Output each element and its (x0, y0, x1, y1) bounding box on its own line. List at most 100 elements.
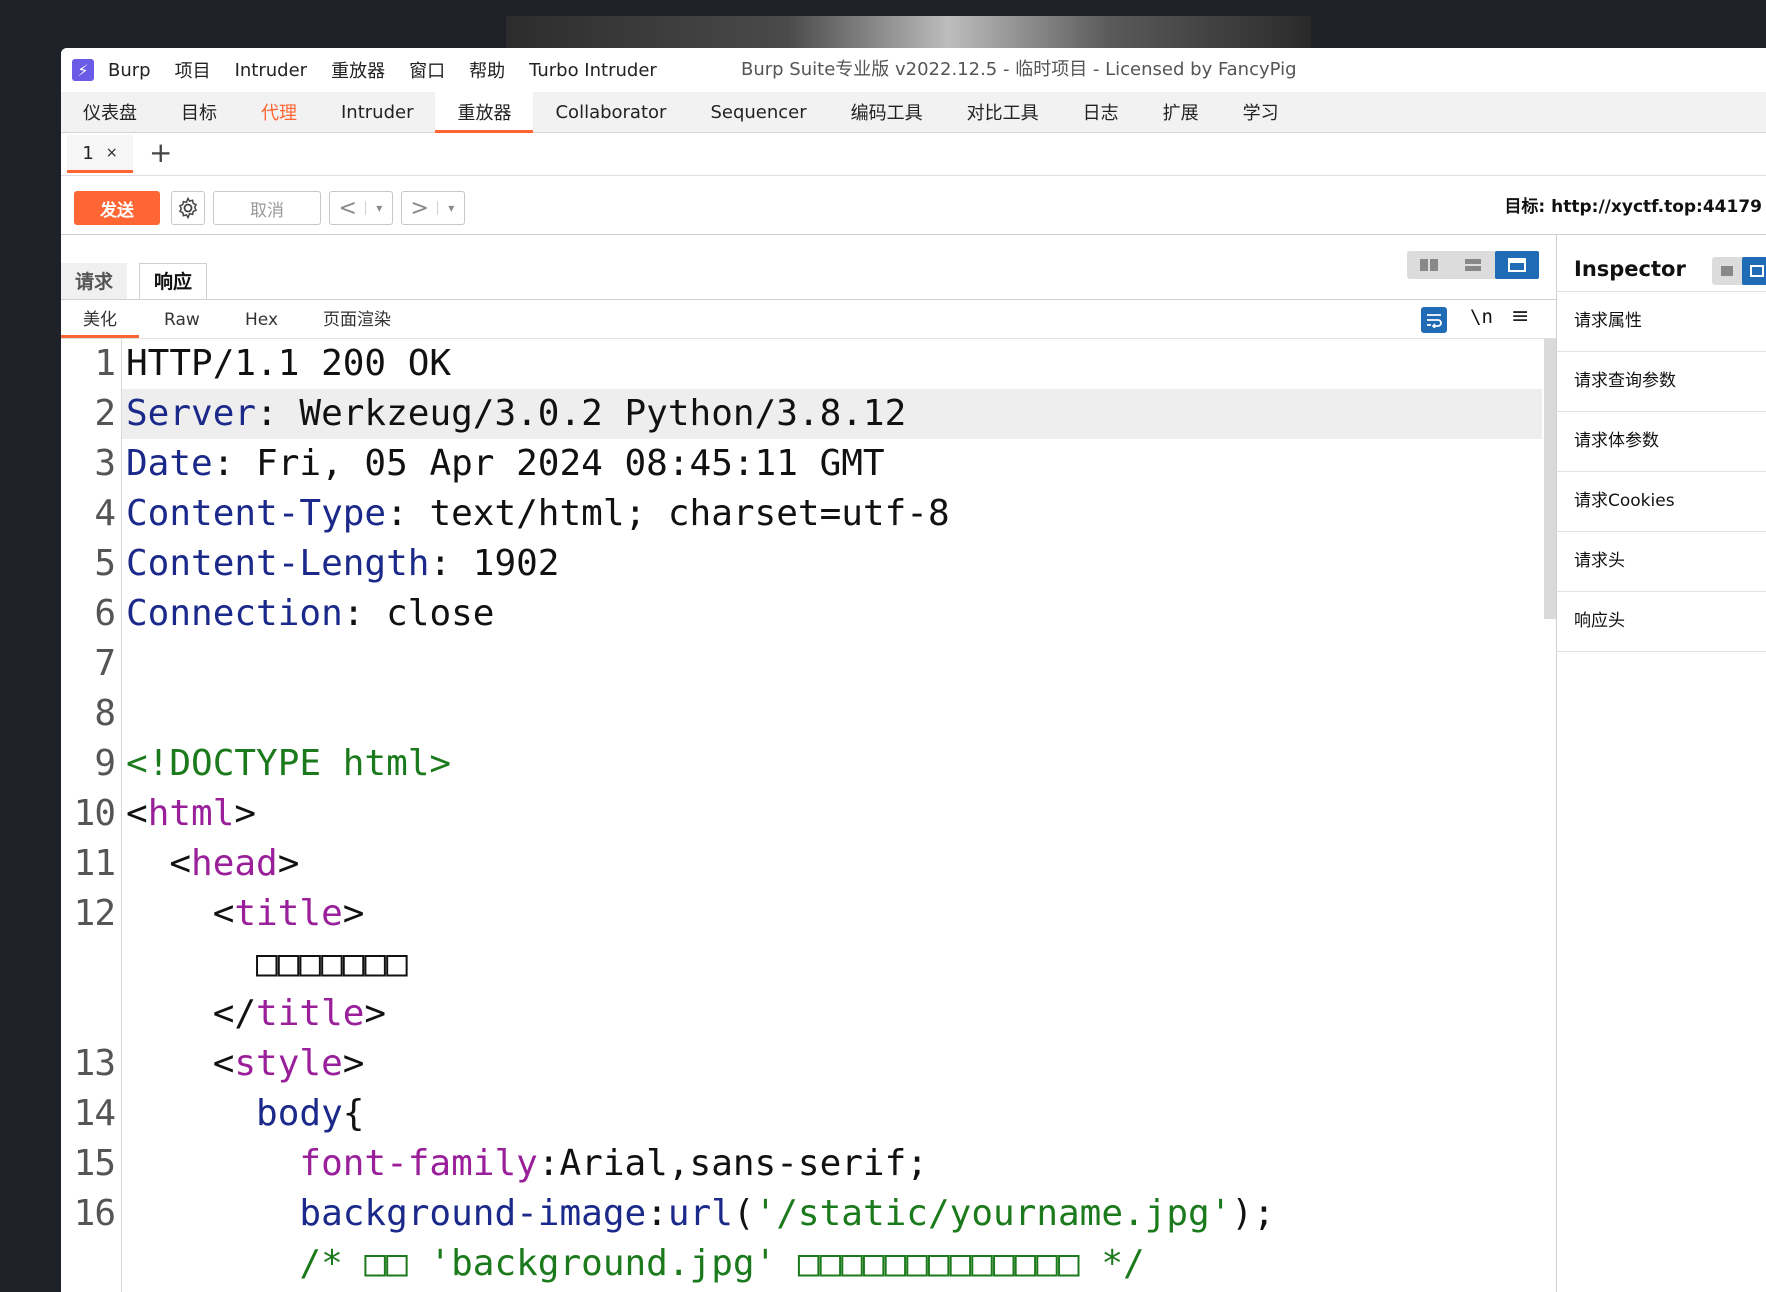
code-line: <style> (126, 1043, 365, 1084)
repeater-toolbar: 发送 取消 < ▾ > ▾ 目标: http://xyctf.top:44179 (61, 176, 1766, 235)
menu-window[interactable]: 窗口 (409, 57, 445, 83)
repeater-tab-label: 1 (82, 142, 94, 164)
line-number: 10 (73, 793, 116, 834)
code-line-highlighted: Server: Werkzeug/3.0.2 Python/3.8.12 (122, 389, 1542, 439)
chevron-left-icon: < (338, 195, 357, 221)
code-line: <!DOCTYPE html> (126, 743, 452, 784)
tab-intruder[interactable]: Intruder (319, 92, 435, 132)
inspector-request-headers[interactable]: 请求头 (1557, 531, 1766, 591)
menu-intruder[interactable]: Intruder (235, 60, 307, 81)
code-line: background-image:url('/static/yourname.j… (126, 1193, 1275, 1234)
menu-bar: ⚡ Burp 项目 Intruder 重放器 窗口 帮助 Turbo Intru… (61, 48, 1766, 93)
tab-learn[interactable]: 学习 (1221, 92, 1301, 132)
line-number: 11 (73, 843, 116, 884)
menu-project[interactable]: 项目 (175, 57, 211, 83)
inspector-response-headers[interactable]: 响应头 (1557, 591, 1766, 652)
vertical-scrollbar[interactable] (1544, 339, 1556, 619)
show-newlines-button[interactable]: \n (1470, 306, 1493, 328)
chevron-right-icon: > (410, 195, 429, 221)
tab-pretty[interactable]: 美化 (61, 300, 139, 338)
line-number: 7 (94, 643, 116, 684)
inspector-body-params[interactable]: 请求体参数 (1557, 411, 1766, 471)
tab-proxy[interactable]: 代理 (239, 92, 319, 132)
inspector-layout-active-icon[interactable] (1742, 257, 1766, 285)
inspector-request-cookies[interactable]: 请求Cookies (1557, 471, 1766, 531)
code-line: </title> (126, 993, 387, 1034)
line-number: 12 (73, 893, 116, 934)
burp-logo-icon: ⚡ (72, 59, 94, 81)
tab-raw[interactable]: Raw (164, 300, 200, 338)
repeater-tab-bar: 1 × + (61, 133, 1766, 176)
code-line: body{ (126, 1093, 365, 1134)
inspector-panel: Inspector 请求属性 请求查询参数 请求体参数 请求Cookies 请求… (1557, 235, 1766, 1292)
inspector-layout-toggle (1712, 257, 1766, 285)
cancel-button[interactable]: 取消 (213, 191, 321, 225)
send-button[interactable]: 发送 (74, 191, 160, 225)
menu-repeater[interactable]: 重放器 (331, 57, 385, 83)
word-wrap-button[interactable] (1421, 307, 1447, 333)
line-number-gutter: 1 2 3 4 5 6 7 8 9 10 11 12 13 14 15 16 (61, 339, 122, 1292)
code-line: <head> (126, 843, 300, 884)
inspector-query-params[interactable]: 请求查询参数 (1557, 351, 1766, 411)
tab-comparer[interactable]: 对比工具 (945, 92, 1061, 132)
tab-sequencer[interactable]: Sequencer (688, 92, 828, 132)
line-number: 15 (73, 1143, 116, 1184)
line-number: 6 (94, 593, 116, 634)
line-number: 2 (94, 393, 116, 434)
code-line: □□□□□□□ (126, 943, 408, 984)
menu-burp[interactable]: Burp (108, 60, 151, 81)
repeater-tab-1[interactable]: 1 × (67, 135, 133, 173)
tab-repeater[interactable]: 重放器 (435, 92, 534, 133)
inspector-title: Inspector (1574, 257, 1686, 281)
tab-dashboard[interactable]: 仪表盘 (61, 92, 159, 132)
line-number: 8 (94, 693, 116, 734)
code-line: Content-Type: text/html; charset=utf-8 (126, 493, 950, 534)
line-number: 1 (94, 343, 116, 384)
main-tab-bar: 仪表盘 目标 代理 Intruder 重放器 Collaborator Sequ… (61, 92, 1766, 133)
tab-target[interactable]: 目标 (159, 92, 239, 132)
back-button[interactable]: < ▾ (329, 191, 393, 225)
line-number: 14 (73, 1093, 116, 1134)
view-mode-tabs: 美化 Raw Hex 页面渲染 \n ≡ (61, 300, 1556, 339)
code-line: Connection: close (126, 593, 495, 634)
line-number: 4 (94, 493, 116, 534)
hamburger-menu-icon[interactable]: ≡ (1511, 304, 1529, 329)
word-wrap-icon (1427, 314, 1442, 328)
inspector-request-attributes[interactable]: 请求属性 (1557, 291, 1766, 351)
line-number: 3 (94, 443, 116, 484)
chevron-down-icon[interactable]: ▾ (365, 201, 392, 215)
settings-button[interactable] (171, 191, 205, 225)
target-label[interactable]: 目标: http://xyctf.top:44179 (1504, 192, 1762, 222)
line-number: 9 (94, 743, 116, 784)
desktop-background-photo (506, 16, 1311, 50)
add-tab-button[interactable]: + (149, 137, 172, 169)
tab-response[interactable]: 响应 (139, 263, 208, 299)
tab-decoder[interactable]: 编码工具 (829, 92, 945, 132)
code-line: font-family:Arial,sans-serif; (126, 1143, 928, 1184)
inspector-layout-icon[interactable] (1712, 257, 1742, 285)
message-panel: 请求 响应 美化 Raw Hex 页面渲染 \n ≡ 1 2 3 4 5 6 7… (61, 235, 1557, 1292)
close-icon[interactable]: × (106, 145, 118, 161)
tab-logger[interactable]: 日志 (1061, 92, 1141, 132)
code-line: HTTP/1.1 200 OK (126, 343, 452, 384)
burp-window: ⚡ Burp 项目 Intruder 重放器 窗口 帮助 Turbo Intru… (61, 48, 1766, 1292)
line-number: 5 (94, 543, 116, 584)
menu-turbo-intruder[interactable]: Turbo Intruder (529, 60, 657, 81)
code-line: /* □□ 'background.jpg' □□□□□□□□□□□□□ */ (126, 1243, 1145, 1284)
tab-request[interactable]: 请求 (61, 263, 128, 299)
tab-render[interactable]: 页面渲染 (323, 300, 391, 338)
code-line: <html> (126, 793, 257, 834)
tab-hex[interactable]: Hex (245, 300, 278, 338)
window-title: Burp Suite专业版 v2022.12.5 - 临时项目 - Licens… (741, 59, 1297, 80)
line-number: 13 (73, 1043, 116, 1084)
response-editor[interactable]: 1 2 3 4 5 6 7 8 9 10 11 12 13 14 15 16 H… (61, 339, 1556, 1292)
chevron-down-icon[interactable]: ▾ (437, 201, 464, 215)
forward-button[interactable]: > ▾ (401, 191, 465, 225)
code-area[interactable]: HTTP/1.1 200 OK Server: Werkzeug/3.0.2 P… (122, 339, 1542, 1292)
request-response-tabs: 请求 响应 (61, 263, 1556, 300)
menu-help[interactable]: 帮助 (469, 57, 505, 83)
tab-extensions[interactable]: 扩展 (1141, 92, 1221, 132)
line-number: 16 (73, 1193, 116, 1234)
tab-collaborator[interactable]: Collaborator (533, 92, 688, 132)
code-line: Content-Length: 1902 (126, 543, 560, 584)
